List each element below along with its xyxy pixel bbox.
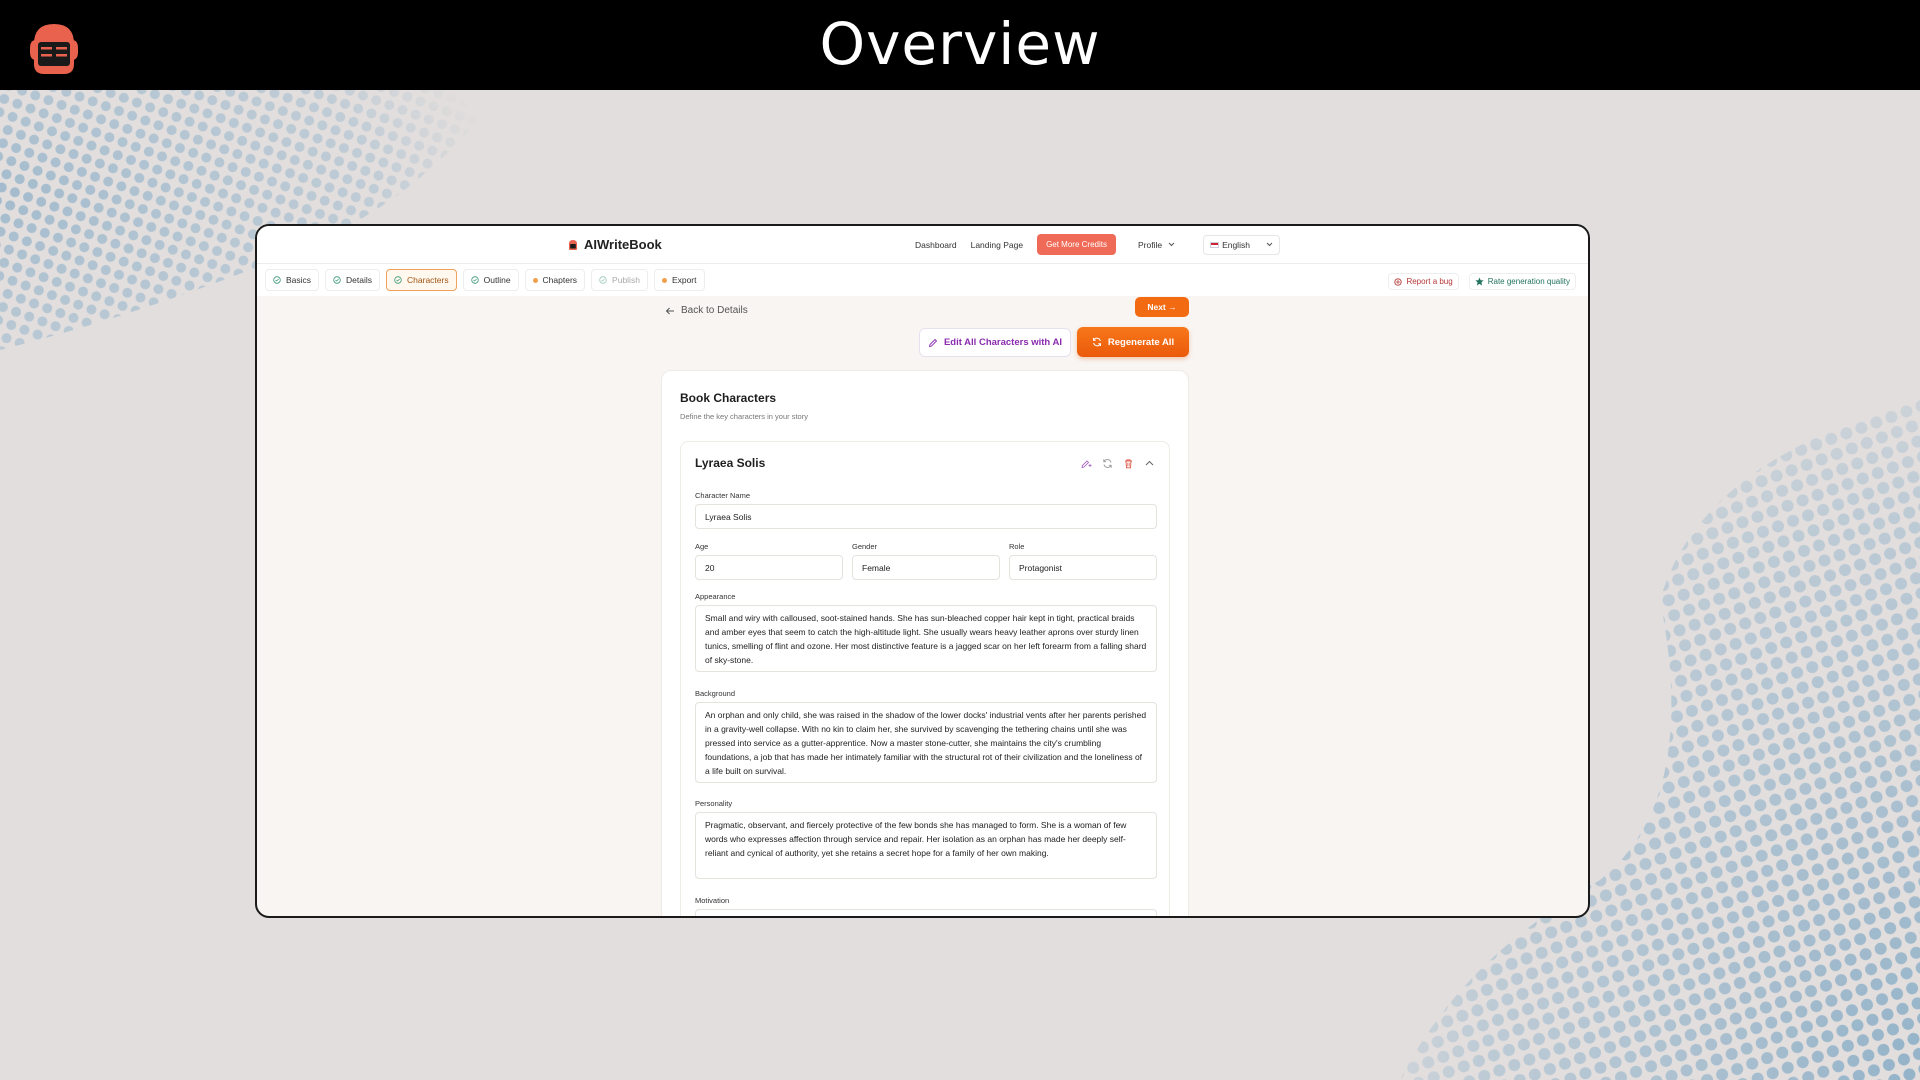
- step-label: Outline: [483, 275, 511, 285]
- page-title: Overview: [819, 10, 1101, 78]
- utility-links: Report a bug Rate generation quality: [1388, 273, 1576, 290]
- step-label: Characters: [407, 275, 449, 285]
- rate-quality-label: Rate generation quality: [1487, 277, 1570, 286]
- background-label: Background: [695, 689, 736, 698]
- edit-all-characters-ai-button[interactable]: Edit All Characters with AI: [919, 328, 1071, 357]
- character-card: Lyraea Solis Character Name Lyraea Solis…: [680, 441, 1170, 916]
- next-button[interactable]: Next →: [1135, 297, 1189, 317]
- character-name-label: Character Name: [695, 491, 751, 500]
- brand-logo-icon: [569, 239, 577, 250]
- step-characters[interactable]: Characters: [386, 269, 457, 291]
- step-label: Chapters: [542, 275, 578, 285]
- step-label: Basics: [286, 275, 312, 285]
- chevron-up-icon[interactable]: [1144, 458, 1155, 469]
- personality-label: Personality: [695, 799, 733, 808]
- regenerate-label: Regenerate All: [1107, 336, 1175, 348]
- card-subtitle: Define the key characters in your story: [680, 412, 808, 421]
- step-label: Details: [346, 275, 373, 285]
- gender-label: Gender: [852, 542, 878, 551]
- us-flag-icon: [1210, 242, 1220, 249]
- book-characters-card: Book Characters Define the key character…: [661, 370, 1189, 916]
- age-input[interactable]: 20: [695, 555, 843, 580]
- background-textarea[interactable]: An orphan and only child, she was raised…: [695, 702, 1157, 783]
- trash-icon[interactable]: [1123, 458, 1134, 469]
- report-bug-label: Report a bug: [1406, 277, 1453, 286]
- profile-menu[interactable]: Profile: [1138, 240, 1175, 250]
- check-circle-icon: [333, 276, 341, 284]
- regenerate-all-button[interactable]: Regenerate All: [1077, 327, 1189, 357]
- bug-icon: [1394, 277, 1403, 286]
- role-label: Role: [1009, 542, 1025, 551]
- appearance-textarea[interactable]: Small and wiry with calloused, soot-stai…: [695, 605, 1157, 672]
- rate-quality-button[interactable]: Rate generation quality: [1468, 273, 1576, 290]
- step-basics[interactable]: Basics: [265, 269, 320, 291]
- chevron-down-icon: [1168, 242, 1175, 247]
- language-select[interactable]: English: [1203, 234, 1280, 255]
- pencil-sparkle-icon: [928, 338, 938, 347]
- motivation-textarea[interactable]: [695, 909, 1157, 916]
- refresh-icon[interactable]: [1102, 458, 1113, 469]
- personality-textarea[interactable]: Pragmatic, observant, and fiercely prote…: [695, 812, 1157, 879]
- step-chapters[interactable]: Chapters: [524, 269, 586, 291]
- character-heading: Lyraea Solis: [695, 456, 766, 470]
- step-publish[interactable]: Publish: [591, 269, 648, 291]
- motivation-label: Motivation: [695, 896, 730, 905]
- check-circle-icon: [394, 276, 402, 284]
- report-bug-button[interactable]: Report a bug: [1388, 273, 1459, 290]
- character-actions: [1081, 458, 1155, 469]
- brand-name: AIWriteBook: [584, 237, 662, 252]
- get-more-credits-button[interactable]: Get More Credits: [1037, 234, 1116, 255]
- step-details[interactable]: Details: [325, 269, 381, 291]
- step-export[interactable]: Export: [653, 269, 705, 291]
- brand[interactable]: AIWriteBook: [567, 237, 662, 252]
- check-circle-icon: [470, 276, 479, 284]
- chevron-down-icon: [1266, 242, 1273, 247]
- step-label: Export: [671, 275, 697, 285]
- character-name-input[interactable]: Lyraea Solis: [695, 504, 1157, 529]
- profile-label: Profile: [1137, 239, 1163, 250]
- refresh-icon: [1092, 337, 1101, 347]
- pending-dot-icon: [532, 277, 538, 283]
- wizard-steps: Basics Details Characters Outline Chapte…: [265, 269, 705, 291]
- step-label: Publish: [612, 275, 640, 285]
- ai-edit-icon[interactable]: [1081, 458, 1092, 469]
- check-circle-icon: [273, 276, 281, 284]
- nav-landing-page[interactable]: Landing Page: [971, 240, 1023, 250]
- arrow-left-icon: [665, 307, 674, 314]
- top-banner: Overview: [0, 0, 1920, 90]
- role-input[interactable]: Protagonist: [1009, 555, 1157, 580]
- app-header: AIWriteBook Dashboard Landing Page Get M…: [257, 226, 1588, 264]
- language-value: English: [1222, 239, 1250, 250]
- top-nav: Dashboard Landing Page Get More Credits …: [915, 234, 1280, 255]
- back-link-label: Back to Details: [681, 305, 748, 316]
- pending-dot-icon: [661, 277, 667, 283]
- gender-input[interactable]: Female: [852, 555, 1000, 580]
- card-title: Book Characters: [680, 391, 777, 405]
- appearance-label: Appearance: [695, 592, 736, 601]
- star-icon: [1475, 277, 1484, 286]
- check-circle-icon: [599, 276, 607, 284]
- back-to-details-link[interactable]: Back to Details: [665, 305, 748, 316]
- nav-dashboard[interactable]: Dashboard: [915, 240, 957, 250]
- app-screenshot-frame: AIWriteBook Dashboard Landing Page Get M…: [255, 224, 1590, 918]
- step-outline[interactable]: Outline: [462, 269, 519, 291]
- wizard-step-bar: Basics Details Characters Outline Chapte…: [257, 264, 1588, 296]
- age-label: Age: [695, 542, 709, 551]
- edit-ai-label: Edit All Characters with AI: [943, 337, 1063, 348]
